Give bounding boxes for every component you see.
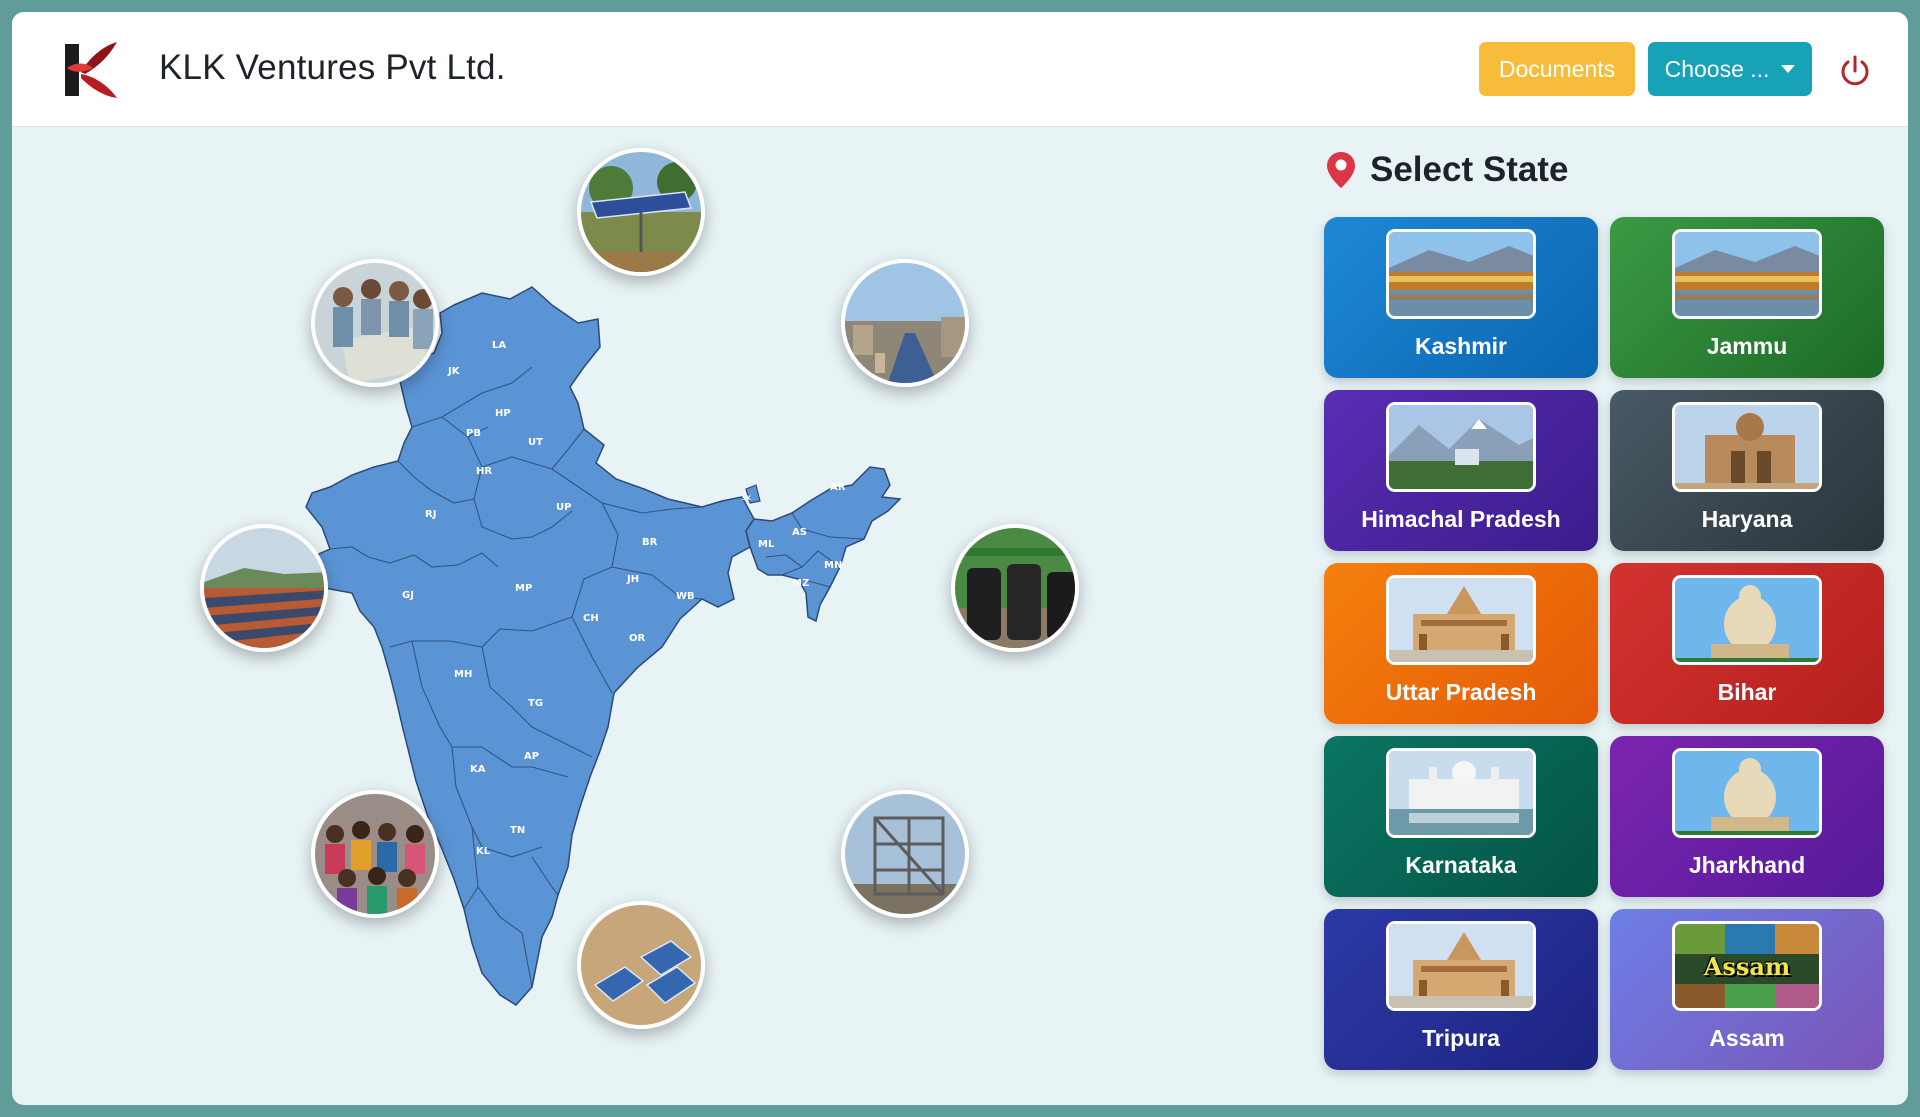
choose-dropdown-label: Choose ...: [1664, 55, 1770, 82]
chevron-down-icon: [1781, 65, 1796, 73]
state-code-la: LA: [492, 340, 506, 351]
state-card-label: Kashmir: [1414, 333, 1508, 359]
photo-solar-aerial: [577, 901, 705, 1029]
state-code-ar: AR: [830, 482, 846, 493]
app-frame: KLK Ventures Pvt Ltd. Documents Choose .…: [12, 12, 1908, 1105]
state-thumbnail-bihar: [1672, 575, 1822, 665]
state-card-kashmir[interactable]: Kashmir: [1324, 217, 1598, 378]
state-card-karnataka[interactable]: Karnataka: [1324, 736, 1598, 897]
state-card-jharkhand[interactable]: Jharkhand: [1610, 736, 1884, 897]
klk-logo-icon[interactable]: [59, 38, 119, 102]
state-card-himachal-pradesh[interactable]: Himachal Pradesh: [1324, 390, 1598, 551]
state-code-hp: HP: [495, 408, 511, 419]
state-card-label: Jammu: [1706, 333, 1788, 359]
state-code-rj: RJ: [425, 509, 436, 520]
state-code-ch: CH: [583, 613, 599, 624]
state-code-ap: AP: [524, 751, 539, 762]
choose-dropdown-button[interactable]: Choose ...: [1648, 42, 1812, 96]
state-card-assam[interactable]: Assam Assam: [1610, 909, 1884, 1070]
state-card-tripura[interactable]: Tripura: [1324, 909, 1598, 1070]
location-pin-icon: [1327, 152, 1355, 188]
state-thumbnail-haryana: [1672, 402, 1822, 492]
state-code-mh: MH: [454, 669, 472, 680]
state-code-up: UP: [556, 502, 571, 513]
power-icon[interactable]: [1838, 54, 1872, 88]
state-card-bihar[interactable]: Bihar: [1610, 563, 1884, 724]
state-code-or: OR: [629, 633, 646, 644]
state-code-mz: MZ: [792, 578, 809, 589]
state-code-as: AS: [792, 527, 807, 538]
documents-button[interactable]: Documents: [1479, 42, 1635, 96]
state-card-label: Himachal Pradesh: [1361, 506, 1561, 532]
state-card-uttar-pradesh[interactable]: Uttar Pradesh: [1324, 563, 1598, 724]
photo-solar-panel-farm: [577, 148, 705, 276]
photo-water-tanks: [951, 524, 1079, 652]
state-card-haryana[interactable]: Haryana: [1610, 390, 1884, 551]
state-code-mp: MP: [515, 583, 532, 594]
photo-city-skyline: [841, 259, 969, 387]
select-state-title: Select State: [1370, 150, 1569, 189]
state-code-br: BR: [642, 537, 658, 548]
photo-construction-frame: [841, 790, 969, 918]
state-card-label: Uttar Pradesh: [1385, 679, 1537, 705]
state-card-label: Tripura: [1422, 1025, 1500, 1051]
state-code-hr: HR: [476, 466, 492, 477]
state-thumbnail-caption: Assam: [1703, 952, 1791, 981]
documents-button-label: Documents: [1498, 55, 1616, 82]
state-code-kl: KL: [476, 846, 491, 857]
state-code-tg: TG: [528, 698, 543, 709]
select-state-heading: Select State: [1326, 150, 1568, 190]
state-code-ml: ML: [758, 539, 775, 550]
state-code-tn: TN: [510, 825, 525, 836]
state-card-grid: Kashmir Jammu Himachal Pradesh Haryana U…: [1324, 217, 1884, 1070]
state-thumbnail-karnataka: [1386, 748, 1536, 838]
state-thumbnail-assam: Assam: [1672, 921, 1822, 1011]
state-thumbnail-jharkhand: [1672, 748, 1822, 838]
state-code-jk: JK: [447, 366, 461, 377]
state-code-mn: MN: [824, 560, 842, 571]
state-thumbnail-tripura: [1386, 921, 1536, 1011]
state-card-label: Bihar: [1717, 679, 1777, 705]
state-thumbnail-himachal-pradesh: [1386, 402, 1536, 492]
state-code-gj: GJ: [402, 590, 414, 601]
state-card-jammu[interactable]: Jammu: [1610, 217, 1884, 378]
photo-workers-inspecting: [311, 259, 439, 387]
state-thumbnail-kashmir: [1386, 229, 1536, 319]
state-card-label: Karnataka: [1405, 852, 1517, 878]
state-code-sk: SK: [742, 495, 751, 502]
state-code-wb: WB: [676, 591, 695, 602]
state-code-jh: JH: [626, 574, 639, 585]
map-panel: LA JK HP PB UT HR RJ UP BR GJ MP JH WB C…: [12, 127, 1302, 1105]
brand-name: KLK Ventures Pvt Ltd.: [159, 48, 506, 87]
state-card-label: Jharkhand: [1688, 852, 1806, 878]
state-thumbnail-jammu: [1672, 229, 1822, 319]
state-code-ka: KA: [470, 764, 486, 775]
state-code-ut: UT: [528, 437, 543, 448]
state-code-pb: PB: [466, 428, 481, 439]
state-thumbnail-uttar-pradesh: [1386, 575, 1536, 665]
state-card-label: Assam: [1709, 1025, 1785, 1051]
top-navbar: KLK Ventures Pvt Ltd. Documents Choose .…: [12, 12, 1908, 127]
photo-solar-field-large: [200, 524, 328, 652]
state-card-label: Haryana: [1701, 506, 1793, 532]
photo-community-group: [311, 790, 439, 918]
